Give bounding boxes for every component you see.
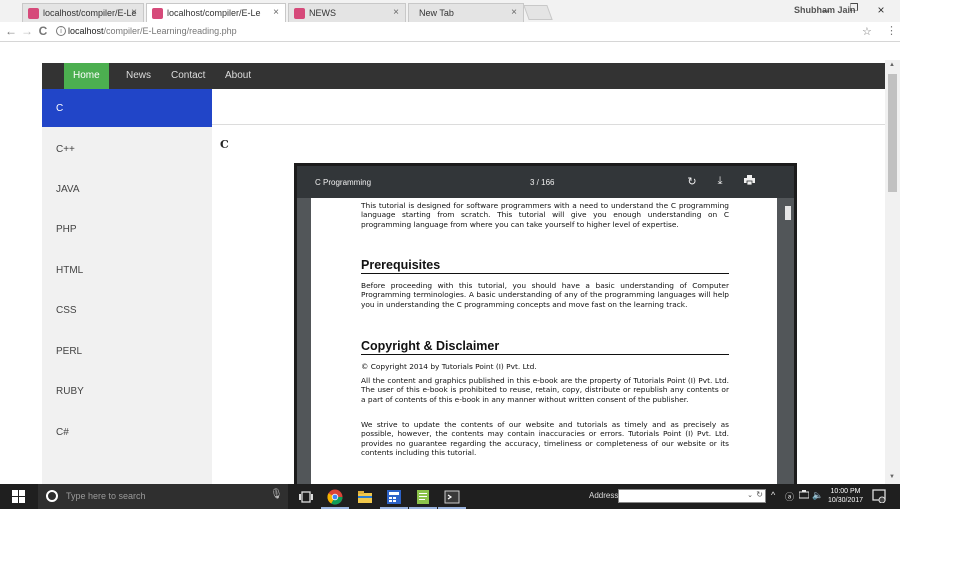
pdf-para2: We strive to update the contents of our … [361, 420, 729, 458]
sidebar-item-html[interactable]: HTML [42, 251, 212, 291]
maximize-icon[interactable]: ❐ [845, 3, 863, 14]
site-favicon-icon [28, 8, 39, 19]
print-icon[interactable] [743, 175, 755, 188]
nav-home[interactable]: Home [64, 63, 109, 89]
people-icon[interactable]: ⓐ [785, 490, 794, 503]
taskbar-address-input[interactable]: ⌄ ↻ [618, 489, 766, 503]
pdf-para1: All the content and graphics published i… [361, 376, 729, 404]
file-explorer-icon[interactable] [357, 489, 373, 505]
browser-tab-2[interactable]: localhost/compiler/E-Le × [146, 3, 286, 22]
chevron-up-icon[interactable]: ^ [771, 490, 775, 500]
nav-contact[interactable]: Contact [171, 63, 205, 89]
bookmark-star-icon[interactable]: ☆ [862, 25, 872, 38]
new-tab-button[interactable] [523, 5, 553, 20]
site-favicon-icon [152, 8, 163, 19]
screen: localhost/compiler/E-Le × localhost/comp… [0, 0, 900, 509]
pdf-title: C Programming [315, 178, 372, 187]
tab-close-icon[interactable]: × [131, 7, 137, 18]
active-app-indicator [380, 507, 408, 509]
taskbar: Type here to search 🎙 Address ⌄ ↻ ^ ⓐ 🔈 … [0, 484, 900, 509]
browser-tab-3[interactable]: NEWS × [288, 3, 406, 22]
tab-close-icon[interactable]: × [393, 7, 399, 18]
info-icon[interactable]: i [56, 26, 66, 36]
taskbar-clock[interactable]: 10:00 PM 10/30/2017 [828, 487, 863, 505]
sidebar-item-perl[interactable]: PERL [42, 332, 212, 372]
menu-dots-icon[interactable]: ⋮ [886, 24, 897, 37]
taskbar-search-placeholder: Type here to search [66, 491, 146, 501]
sidebar-item-cpp[interactable]: C++ [42, 130, 212, 170]
windows-start-icon[interactable] [12, 490, 25, 503]
pdf-heading-copyright: Copyright & Disclaimer [361, 339, 729, 355]
refresh-icon[interactable]: ↻ [756, 490, 763, 499]
chevron-down-icon[interactable]: ⌄ [747, 491, 753, 499]
pdf-toolbar: C Programming 3 / 166 ↻ ⤓ [297, 166, 794, 198]
forward-icon[interactable]: → [20, 24, 34, 38]
sidebar-item-ruby[interactable]: RUBY [42, 372, 212, 412]
rotate-icon[interactable]: ↻ [686, 175, 698, 188]
nav-about[interactable]: About [225, 63, 251, 89]
clock-time: 10:00 PM [830, 488, 861, 495]
network-icon[interactable] [798, 490, 810, 501]
page-title: C [220, 138, 229, 151]
task-view-icon[interactable] [298, 489, 314, 505]
sidebar-item-c[interactable]: C [42, 89, 212, 127]
pdf-copyright-line: © Copyright 2014 by Tutorials Point (I) … [361, 362, 537, 371]
reload-icon[interactable]: C [36, 24, 50, 38]
sidebar-item-css[interactable]: CSS [42, 291, 212, 331]
pdf-intro-text: This tutorial is designed for software p… [361, 201, 729, 229]
sidebar-item-php[interactable]: PHP [42, 210, 212, 250]
calculator-app-icon[interactable] [386, 489, 402, 505]
tab-title: New Tab [419, 8, 454, 18]
chrome-icon[interactable] [327, 489, 343, 505]
download-icon[interactable]: ⤓ [714, 175, 726, 188]
notepad-app-icon[interactable] [415, 489, 431, 505]
pdf-prereq-text: Before proceeding with this tutorial, yo… [361, 281, 729, 309]
pdf-scrollbar[interactable] [782, 198, 794, 488]
browser-titlebar: localhost/compiler/E-Le × localhost/comp… [0, 0, 900, 22]
tab-title: localhost/compiler/E-Le [167, 8, 261, 18]
pdf-page-indicator: 3 / 166 [530, 178, 555, 187]
sidebar: C C++ JAVA PHP HTML CSS PERL RUBY C# [42, 89, 212, 484]
browser-tab-4[interactable]: New Tab × [408, 3, 524, 22]
scroll-up-icon[interactable]: ▲ [889, 62, 895, 68]
page-scrollbar[interactable]: ▲ ▼ [885, 60, 900, 484]
clock-date: 10/30/2017 [828, 497, 864, 504]
cortana-icon [46, 490, 58, 502]
active-app-indicator [409, 507, 437, 509]
address-bar: ← → C i localhost/compiler/E-Learning/re… [0, 22, 900, 42]
back-icon[interactable]: ← [4, 24, 18, 38]
tab-title: localhost/compiler/E-Le [43, 8, 137, 18]
url-host: localhost [68, 26, 104, 36]
action-center-icon[interactable] [872, 489, 886, 504]
tab-title: NEWS [309, 8, 336, 18]
url-path: /compiler/E-Learning/reading.php [103, 26, 237, 36]
pdf-page: This tutorial is designed for software p… [311, 198, 777, 488]
sidebar-item-java[interactable]: JAVA [42, 170, 212, 210]
divider [212, 124, 885, 125]
terminal-app-icon[interactable] [444, 489, 460, 505]
site-favicon-icon [294, 8, 305, 19]
sidebar-item-csharp[interactable]: C# [42, 413, 212, 453]
page-scroll-thumb[interactable] [888, 74, 897, 192]
tab-close-icon[interactable]: × [273, 7, 279, 18]
taskbar-search[interactable]: Type here to search 🎙 [38, 484, 288, 509]
url-input[interactable]: i localhost/compiler/E-Learning/reading.… [54, 24, 878, 40]
pdf-viewer[interactable]: C Programming 3 / 166 ↻ ⤓ This tutorial … [294, 163, 797, 488]
site-navbar: Home News Contact About [42, 63, 885, 89]
microphone-icon[interactable]: 🎙 [270, 489, 283, 500]
pdf-heading-prerequisites: Prerequisites [361, 258, 729, 274]
nav-news[interactable]: News [126, 63, 151, 89]
volume-icon[interactable]: 🔈 [812, 490, 823, 501]
close-icon[interactable]: × [872, 3, 890, 17]
taskbar-address-label: Address [589, 491, 619, 500]
scroll-down-icon[interactable]: ▼ [889, 474, 895, 480]
tab-close-icon[interactable]: × [511, 7, 517, 18]
active-app-indicator [321, 507, 349, 509]
active-app-indicator [438, 507, 466, 509]
browser-tab-1[interactable]: localhost/compiler/E-Le × [22, 3, 144, 22]
minimize-icon[interactable]: – [817, 3, 835, 17]
pdf-scroll-thumb[interactable] [785, 206, 791, 220]
